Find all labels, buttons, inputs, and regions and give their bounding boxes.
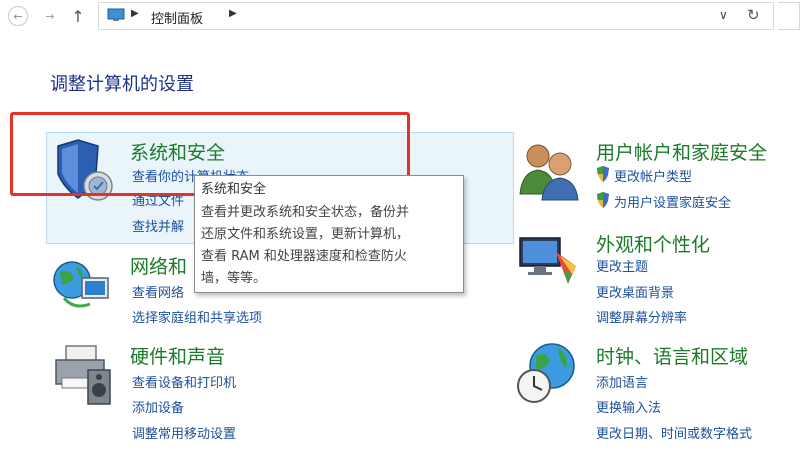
history-dropdown-icon[interactable]: ∨ — [719, 8, 728, 22]
category-title-clock-language[interactable]: 时钟、语言和区域 — [596, 342, 748, 369]
network-globe-icon — [53, 261, 109, 308]
forward-arrow-icon[interactable]: → — [40, 6, 60, 26]
address-bar[interactable]: ▶ 控制面板 ▶ ∨ ↻ — [98, 2, 774, 30]
category-tooltip: 系统和安全 查看并更改系统和安全状态，备份并 还原文件和系统设置，更新计算机， … — [194, 175, 464, 293]
monitor-palette-icon — [519, 237, 576, 284]
link-add-device[interactable]: 添加设备 — [132, 397, 184, 416]
link-change-account-type[interactable]: 更改帐户类型 — [614, 166, 692, 185]
link-family-safety[interactable]: 为用户设置家庭安全 — [614, 192, 731, 211]
link-change-theme[interactable]: 更改主题 — [596, 256, 648, 275]
tooltip-line: 查看 RAM 和处理器速度和检查防火 — [201, 249, 407, 264]
link-devices-printers[interactable]: 查看设备和打印机 — [132, 372, 236, 391]
link-add-language[interactable]: 添加语言 — [596, 372, 648, 391]
link-homegroup-sharing[interactable]: 选择家庭组和共享选项 — [132, 307, 262, 326]
back-arrow-icon[interactable]: ← — [8, 6, 28, 26]
clock-globe-icon — [517, 343, 575, 403]
link-mobility-settings[interactable]: 调整常用移动设置 — [132, 423, 236, 442]
address-row: ← → ↑ ▶ 控制面板 ▶ ∨ ↻ — [0, 0, 800, 34]
link-change-desktop-background[interactable]: 更改桌面背景 — [596, 282, 674, 301]
refresh-icon[interactable]: ↻ — [747, 6, 760, 24]
tooltip-title: 系统和安全 — [201, 182, 267, 197]
breadcrumb-control-panel[interactable]: 控制面板 — [151, 8, 203, 27]
link-adjust-resolution[interactable]: 调整屏幕分辨率 — [596, 307, 687, 326]
breadcrumb-separator-icon[interactable]: ▶ — [131, 8, 139, 19]
tooltip-body: 查看并更改系统和安全状态，备份并 还原文件和系统设置，更新计算机， 查看 RAM… — [201, 202, 457, 290]
uac-shield-icon — [597, 166, 609, 182]
control-panel-icon — [107, 8, 125, 21]
users-icon — [519, 144, 579, 201]
link-change-date-time-format[interactable]: 更改日期、时间或数字格式 — [596, 423, 752, 442]
link-view-network-status[interactable]: 查看网络 — [132, 282, 184, 301]
category-title-appearance[interactable]: 外观和个性化 — [596, 230, 710, 257]
up-arrow-icon[interactable]: ↑ — [68, 6, 88, 26]
category-title-user-accounts[interactable]: 用户帐户和家庭安全 — [596, 138, 767, 165]
page-title: 调整计算机的设置 — [50, 74, 194, 95]
tooltip-line: 查看并更改系统和安全状态，备份并 — [201, 205, 410, 220]
tooltip-line: 还原文件和系统设置，更新计算机， — [201, 227, 410, 242]
search-box-edge[interactable] — [778, 2, 800, 30]
link-change-input-method[interactable]: 更换输入法 — [596, 397, 661, 416]
tooltip-line: 墙，等等。 — [201, 271, 267, 286]
printer-speaker-icon — [55, 345, 111, 405]
category-title-network[interactable]: 网络和 — [130, 252, 187, 279]
uac-shield-icon — [597, 192, 609, 208]
breadcrumb-separator-icon[interactable]: ▶ — [229, 8, 237, 19]
category-title-hardware-sound[interactable]: 硬件和声音 — [130, 342, 225, 369]
link-find-fix-problems[interactable]: 查找并解 — [132, 216, 184, 235]
